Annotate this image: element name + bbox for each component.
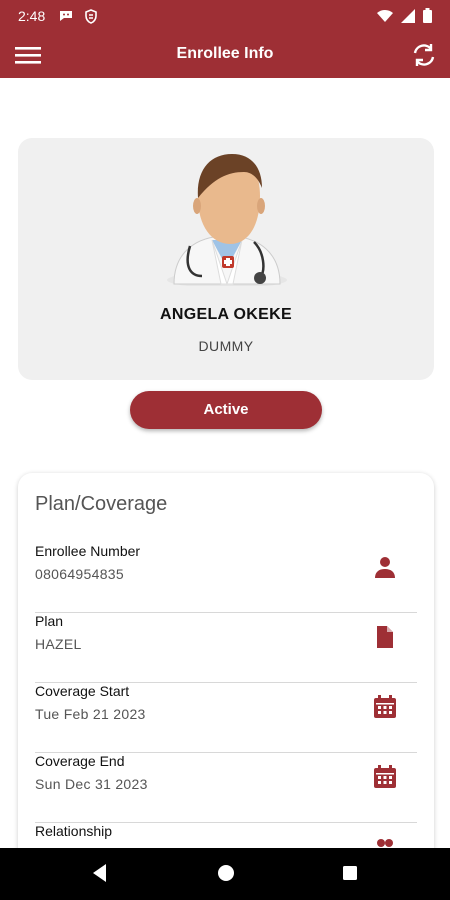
doctor-avatar — [167, 154, 287, 286]
refresh-icon[interactable] — [410, 41, 438, 69]
document-icon — [377, 626, 393, 648]
chat-notification-icon — [60, 11, 72, 21]
signal-icon — [401, 8, 415, 23]
status-button[interactable]: Active — [130, 391, 322, 429]
row-coverage-end: Coverage End Sun Dec 31 2023 — [35, 753, 417, 823]
status-bar: 2:48 — [0, 0, 450, 32]
shield-notification-icon — [85, 9, 97, 24]
plan-coverage-card: Plan/Coverage Enrollee Number 0806495483… — [18, 473, 434, 893]
person-icon — [375, 557, 395, 578]
row-label: Coverage Start — [35, 683, 130, 699]
calendar-icon — [374, 765, 396, 788]
wifi-icon — [377, 9, 393, 22]
battery-icon — [423, 8, 432, 23]
app-bar: Enrollee Info — [0, 32, 450, 78]
system-nav-bar — [0, 848, 450, 900]
row-coverage-start: Coverage Start Tue Feb 21 2023 — [35, 683, 417, 753]
row-plan: Plan HAZEL — [35, 613, 417, 683]
row-label: Enrollee Number — [35, 543, 141, 559]
calendar-icon — [374, 695, 396, 718]
row-value: 08064954835 — [35, 566, 124, 582]
row-label: Coverage End — [35, 753, 125, 769]
back-icon[interactable] — [90, 862, 110, 884]
profile-card: ANGELA OKEKE DUMMY — [18, 138, 434, 380]
row-value: HAZEL — [35, 636, 82, 652]
row-label: Plan — [35, 613, 64, 629]
row-value: Tue Feb 21 2023 — [35, 706, 146, 722]
recents-icon[interactable] — [340, 862, 360, 884]
plan-card-title: Plan/Coverage — [35, 493, 168, 515]
home-icon[interactable] — [216, 862, 236, 884]
page-title: Enrollee Info — [176, 45, 274, 62]
status-time: 2:48 — [18, 8, 46, 24]
row-value: Sun Dec 31 2023 — [35, 776, 148, 792]
enrollee-subtitle: DUMMY — [198, 338, 254, 354]
row-enrollee-number: Enrollee Number 08064954835 — [35, 543, 417, 613]
enrollee-name: ANGELA OKEKE — [160, 306, 292, 323]
row-label: Relationship — [35, 823, 113, 839]
